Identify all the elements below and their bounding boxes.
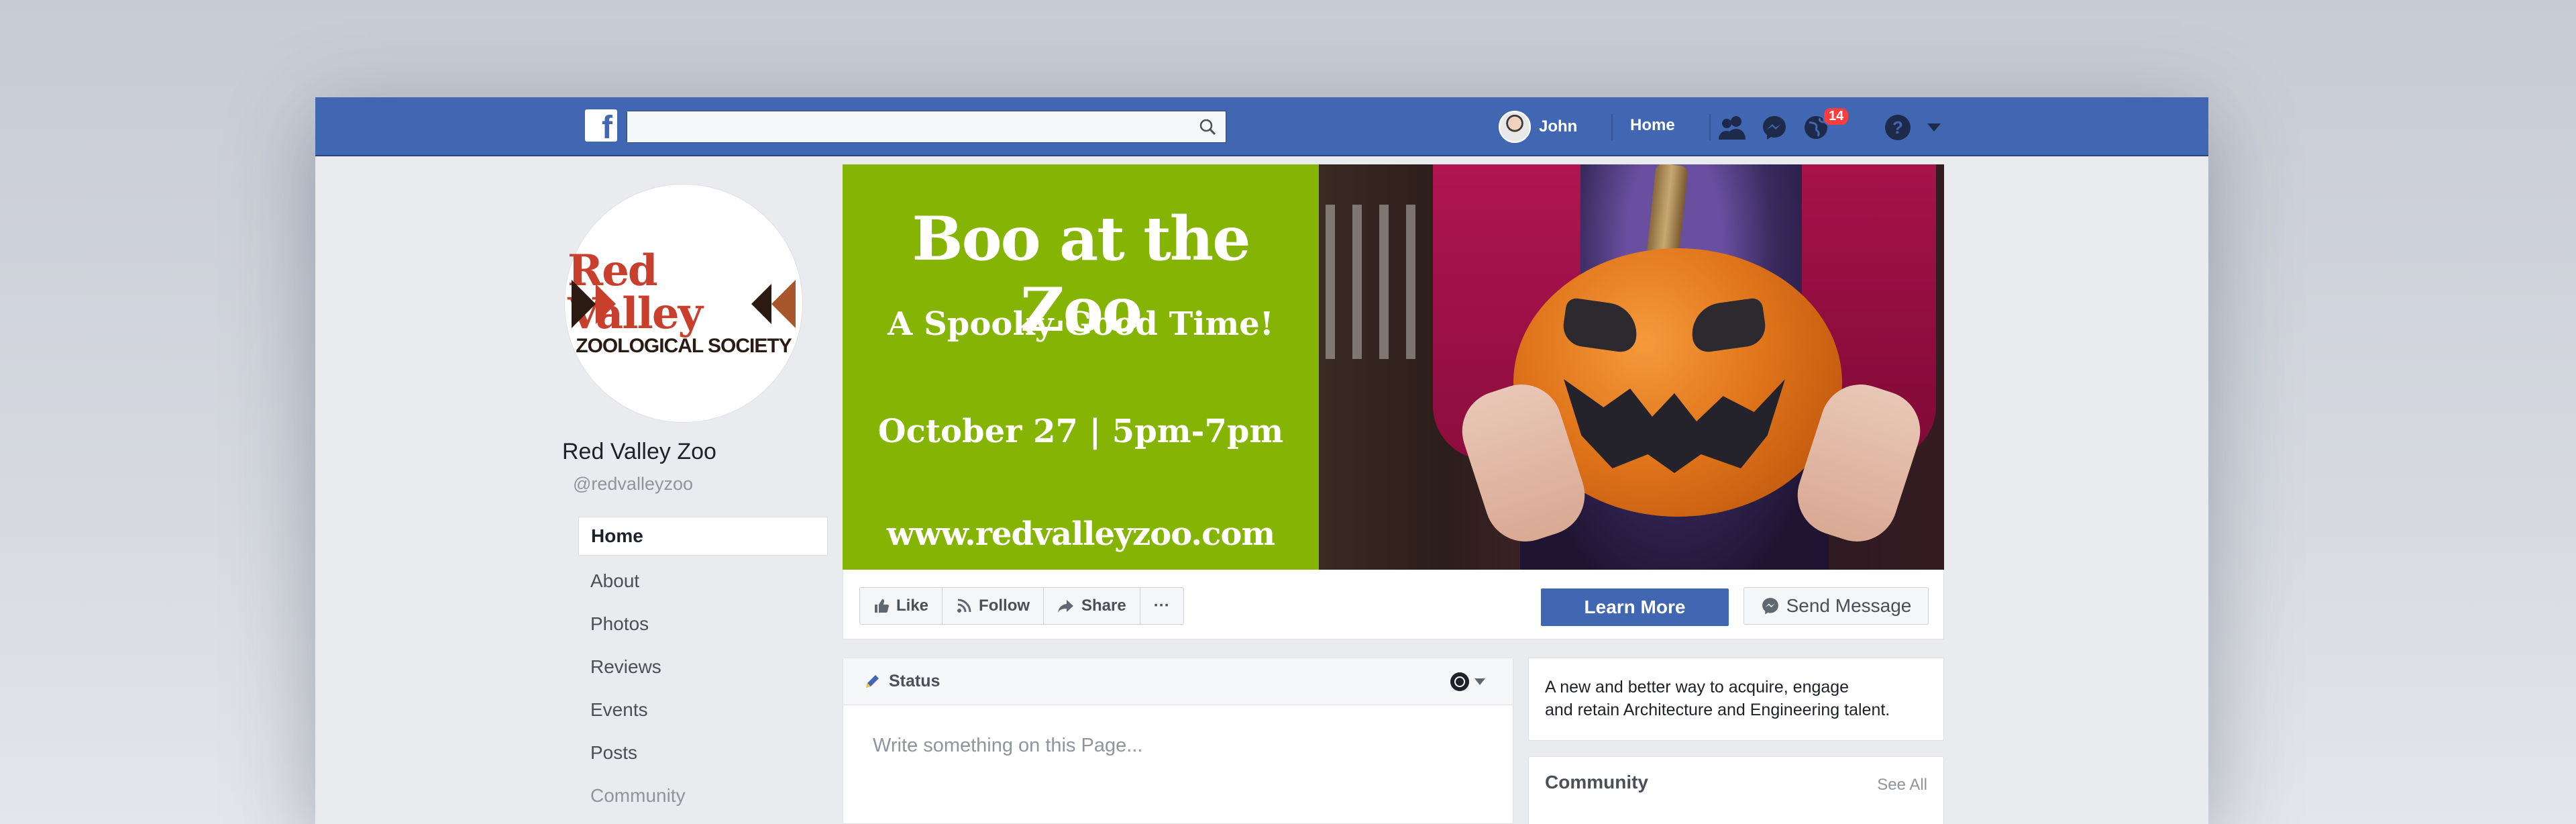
logo-arrow-left-accent-icon — [596, 284, 616, 324]
promo-text-line-1: A new and better way to acquire, engage — [1545, 678, 1849, 697]
status-header: Status — [843, 658, 1513, 705]
chevron-down-icon — [1474, 678, 1485, 685]
profile-link[interactable]: John — [1499, 109, 1577, 144]
send-message-label: Send Message — [1786, 595, 1912, 616]
cover-website: www.redvalleyzoo.com — [886, 515, 1275, 553]
see-all-link[interactable]: See All — [1877, 776, 1927, 794]
page-handle[interactable]: @redvalleyzoo — [573, 474, 693, 495]
more-options-button[interactable]: ··· — [1140, 588, 1183, 624]
follow-button[interactable]: Follow — [943, 588, 1044, 624]
page-sidebar-nav: Home About Photos Reviews Events Posts C… — [578, 517, 828, 817]
friend-requests-icon[interactable] — [1717, 112, 1748, 143]
share-label: Share — [1081, 597, 1126, 615]
home-link[interactable]: Home — [1630, 116, 1675, 135]
post-as-selector[interactable] — [1450, 672, 1486, 692]
facebook-logo-icon[interactable]: f — [585, 109, 617, 142]
search-box[interactable] — [627, 111, 1226, 143]
account-menu-chevron-icon[interactable] — [1919, 112, 1949, 143]
sidebar-item-home[interactable]: Home — [578, 517, 828, 556]
sidebar-item-about[interactable]: About — [578, 560, 828, 603]
pencil-icon — [866, 674, 879, 688]
community-heading: Community — [1545, 772, 1648, 792]
rss-follow-icon — [957, 599, 971, 613]
status-composer: Status Write something on this Page... — [843, 658, 1513, 824]
send-message-button[interactable]: Send Message — [1743, 587, 1929, 625]
follow-label: Follow — [979, 597, 1030, 615]
help-icon[interactable]: ? — [1882, 112, 1913, 143]
sidebar-item-photos[interactable]: Photos — [578, 603, 828, 646]
messenger-icon[interactable] — [1759, 112, 1790, 143]
sidebar-item-community[interactable]: Community — [578, 774, 828, 817]
logo-subtitle: ZOOLOGICAL SOCIETY — [576, 335, 792, 357]
nav-divider — [1611, 113, 1613, 140]
page-title[interactable]: Red Valley Zoo — [562, 439, 716, 465]
logo-arrow-right-icon — [771, 280, 796, 328]
user-name: John — [1539, 117, 1578, 136]
more-dots-icon: ··· — [1153, 597, 1170, 615]
cover-event-date: October 27 | 5pm-7pm — [877, 413, 1284, 450]
thumbs-up-icon — [875, 599, 889, 613]
page-actions-group: Like Follow Share ··· — [859, 587, 1184, 625]
logo-arrow-left-icon — [572, 280, 596, 328]
page-action-bar: Like Follow Share ··· Learn More Send Me… — [843, 570, 1944, 639]
like-label: Like — [896, 597, 929, 615]
status-input[interactable]: Write something on this Page... — [843, 705, 1513, 757]
community-card: Community See All — [1528, 756, 1944, 824]
status-tab[interactable]: Status — [889, 672, 940, 691]
sidebar-item-posts[interactable]: Posts — [578, 731, 828, 774]
browser-window: f John Home 14 ? Red Valley ZOOLOGICAL S… — [315, 97, 2208, 824]
search-input[interactable] — [627, 111, 1226, 142]
share-button[interactable]: Share — [1044, 588, 1140, 624]
promo-card[interactable]: A new and better way to acquire, engage … — [1528, 658, 1944, 741]
messenger-small-icon — [1762, 598, 1778, 615]
cover-text-panel: Boo at the Zoo A Spooky Good Time! Octob… — [843, 164, 1319, 570]
page-content: Red Valley ZOOLOGICAL SOCIETY Red Valley… — [315, 158, 2208, 824]
cover-pumpkin-photo — [1319, 164, 1944, 570]
search-icon[interactable] — [1189, 111, 1226, 142]
cover-subtitle: A Spooky Good Time! — [888, 305, 1274, 343]
avatar — [1499, 111, 1531, 143]
page-profile-picture[interactable]: Red Valley ZOOLOGICAL SOCIETY — [565, 185, 802, 422]
logo-arrow-right-accent-icon — [751, 284, 771, 324]
nav-divider — [1709, 113, 1711, 140]
share-arrow-icon — [1058, 600, 1074, 613]
page-avatar-icon — [1450, 672, 1469, 691]
sidebar-item-events[interactable]: Events — [578, 688, 828, 731]
svg-text:?: ? — [1892, 117, 1903, 138]
promo-text-line-2: and retain Architecture and Engineering … — [1545, 701, 1890, 719]
sidebar-item-reviews[interactable]: Reviews — [578, 646, 828, 688]
top-navigation-bar: f John Home 14 ? — [315, 97, 2208, 156]
like-button[interactable]: Like — [860, 588, 943, 624]
photo-fence — [1326, 205, 1433, 359]
learn-more-button[interactable]: Learn More — [1541, 588, 1729, 626]
cover-photo[interactable]: Boo at the Zoo A Spooky Good Time! Octob… — [843, 164, 1944, 570]
